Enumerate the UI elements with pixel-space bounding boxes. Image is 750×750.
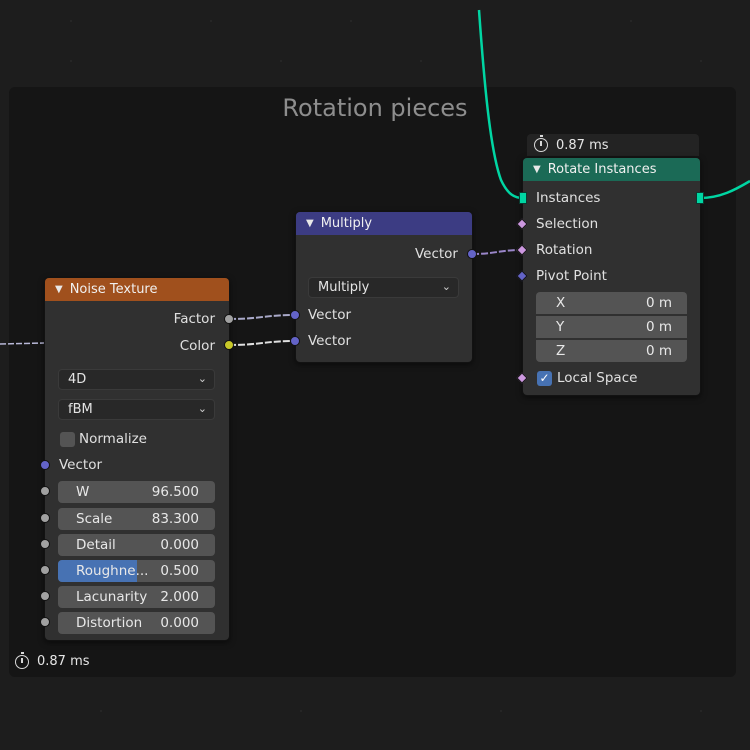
socket-scale-input[interactable]	[40, 513, 50, 523]
roughness-field[interactable]: Roughne... 0.500	[58, 560, 215, 582]
node-title: Multiply	[320, 216, 373, 231]
frame-title: Rotation pieces	[282, 94, 468, 122]
field-label: Scale	[76, 511, 113, 527]
socket-instances-output[interactable]	[696, 192, 704, 204]
pivot-x-field[interactable]: X 0 m	[536, 292, 687, 314]
socket-lacunarity-input[interactable]	[40, 591, 50, 601]
socket-detail-input[interactable]	[40, 539, 50, 549]
field-value: 96.500	[151, 484, 199, 500]
field-label: Distortion	[76, 615, 143, 631]
rotate-instances-node[interactable]: ▼ Rotate Instances Instances Selection R…	[522, 157, 701, 396]
chevron-down-icon: ⌄	[197, 372, 207, 385]
socket-multiply-input-2[interactable]	[290, 336, 300, 346]
socket-vector-input[interactable]	[40, 460, 50, 470]
chevron-down-icon[interactable]: ▼	[533, 164, 541, 175]
field-label: Detail	[76, 537, 116, 553]
pivot-y-field[interactable]: Y 0 m	[536, 316, 687, 338]
field-value: 2.000	[160, 589, 199, 605]
distortion-field[interactable]: Distortion 0.000	[58, 612, 215, 634]
input-selection-label: Selection	[536, 216, 599, 232]
operation-dropdown[interactable]: Multiply ⌄	[308, 277, 459, 298]
socket-instances-input[interactable]	[519, 192, 527, 204]
output-vector-label: Vector	[414, 246, 458, 262]
stopwatch-icon	[534, 135, 548, 152]
node-title: Rotate Instances	[547, 162, 657, 177]
field-label: Roughne...	[76, 563, 149, 579]
input-pivot-point-label: Pivot Point	[536, 268, 607, 284]
socket-w-input[interactable]	[40, 486, 50, 496]
rotate-timing-value: 0.87 ms	[556, 137, 609, 153]
field-value: 0 m	[645, 343, 672, 359]
noise-texture-header[interactable]: ▼ Noise Texture	[45, 278, 229, 301]
input-rotation-label: Rotation	[536, 242, 593, 258]
socket-multiply-output[interactable]	[467, 249, 477, 259]
rotate-instances-header[interactable]: ▼ Rotate Instances	[523, 158, 700, 181]
pivot-z-field[interactable]: Z 0 m	[536, 340, 687, 362]
noise-texture-node[interactable]: ▼ Noise Texture Factor Color 4D ⌄ fBM ⌄ …	[44, 277, 230, 641]
noise-type-value: fBM	[68, 402, 93, 417]
chevron-down-icon: ⌄	[441, 280, 451, 293]
chevron-down-icon: ⌄	[197, 402, 207, 415]
multiply-header[interactable]: ▼ Multiply	[296, 212, 472, 235]
field-label: Lacunarity	[76, 589, 148, 605]
field-label: Y	[556, 319, 565, 335]
field-value: 0.000	[160, 537, 199, 553]
socket-distortion-input[interactable]	[40, 617, 50, 627]
dimensions-dropdown[interactable]: 4D ⌄	[58, 369, 215, 390]
frame-timing-value: 0.87 ms	[37, 654, 90, 669]
output-factor-label: Factor	[173, 311, 215, 327]
w-field[interactable]: W 96.500	[58, 481, 215, 503]
detail-field[interactable]: Detail 0.000	[58, 534, 215, 556]
noise-type-dropdown[interactable]: fBM ⌄	[58, 399, 215, 420]
input-vector-label: Vector	[308, 307, 352, 323]
field-value: 0.000	[160, 615, 199, 631]
normalize-checkbox[interactable]	[60, 432, 75, 447]
dimensions-value: 4D	[68, 372, 87, 387]
input-vector-label: Vector	[308, 333, 352, 349]
stopwatch-icon	[15, 651, 29, 669]
socket-color-output[interactable]	[224, 340, 234, 350]
input-instances-label: Instances	[536, 190, 601, 206]
field-value: 0.500	[160, 563, 199, 579]
field-value: 83.300	[151, 511, 199, 527]
chevron-down-icon[interactable]: ▼	[306, 218, 314, 229]
normalize-label: Normalize	[79, 431, 147, 447]
rotate-timing: 0.87 ms	[527, 134, 699, 156]
input-vector-label: Vector	[59, 457, 103, 473]
check-icon: ✓	[539, 371, 550, 385]
output-color-label: Color	[179, 338, 215, 354]
field-label: X	[556, 295, 566, 311]
lacunarity-field[interactable]: Lacunarity 2.000	[58, 586, 215, 608]
frame-timing: 0.87 ms	[15, 651, 90, 669]
node-title: Noise Texture	[69, 282, 158, 297]
socket-multiply-input-1[interactable]	[290, 310, 300, 320]
multiply-node[interactable]: ▼ Multiply Vector Multiply ⌄ Vector Vect…	[295, 211, 473, 363]
scale-field[interactable]: Scale 83.300	[58, 508, 215, 530]
field-value: 0 m	[645, 295, 672, 311]
socket-roughness-input[interactable]	[40, 565, 50, 575]
operation-value: Multiply	[318, 280, 370, 295]
field-label: W	[76, 484, 90, 500]
field-label: Z	[556, 343, 566, 359]
local-space-checkbox[interactable]: ✓	[537, 371, 552, 386]
field-value: 0 m	[645, 319, 672, 335]
socket-factor-output[interactable]	[224, 314, 234, 324]
chevron-down-icon[interactable]: ▼	[55, 284, 63, 295]
local-space-label: Local Space	[557, 370, 638, 386]
